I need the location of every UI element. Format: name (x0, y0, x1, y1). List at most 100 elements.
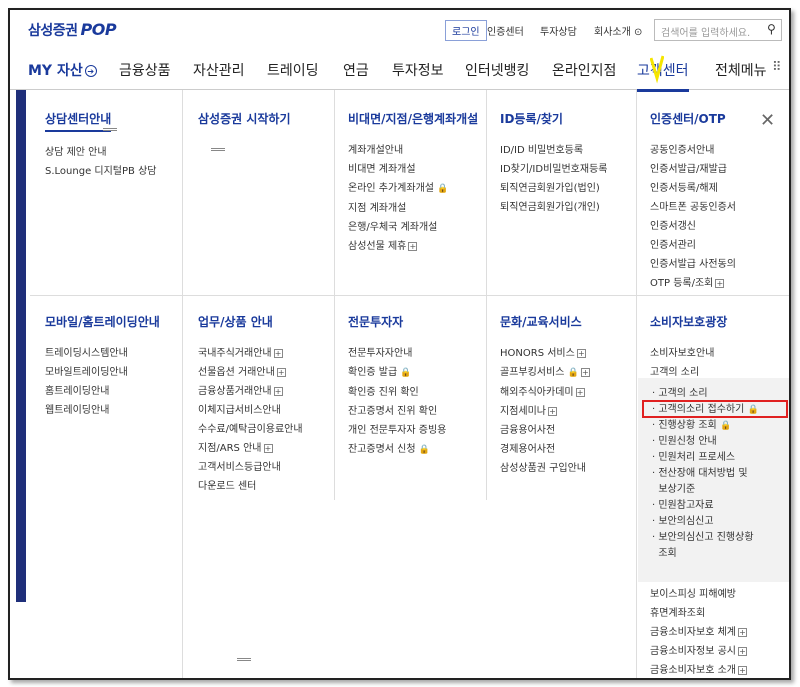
menu-item[interactable]: 지점/ARS 안내 + (198, 439, 303, 458)
menu-item[interactable]: 웹트레이딩안내 (45, 401, 160, 420)
menu-item[interactable]: 고객서비스등급안내 (198, 458, 303, 477)
menu-item[interactable]: 전문투자자안내 (348, 344, 446, 363)
plus-icon[interactable]: + (408, 241, 418, 251)
menu-item[interactable]: 휴면계좌조회 (650, 604, 747, 623)
util-link-company[interactable]: 회사소개 ⊙ (594, 23, 642, 38)
menu-item[interactable]: 금융소비자보호 소개 + (650, 661, 747, 678)
plus-icon[interactable]: + (737, 665, 747, 675)
col-title[interactable]: 비대면/지점/은행계좌개설 (348, 110, 478, 130)
nav-investment-info[interactable]: 투자정보 (392, 60, 444, 80)
nav-my-assets[interactable]: MY 자산 ➔ (28, 60, 97, 80)
menu-item[interactable]: 잔고증명서 신청 🔒 (348, 440, 446, 460)
menu-item[interactable]: 골프부킹서비스 🔒 + (500, 363, 590, 383)
menu-item[interactable]: 퇴직연금회원가입(개인) (500, 198, 607, 217)
menu-item[interactable]: 소비자보호안내 (650, 344, 727, 363)
menu-item[interactable]: 공동인증서안내 (650, 141, 736, 160)
submenu-item[interactable]: 보상기준 (652, 482, 789, 498)
menu-item[interactable]: 확인증 발급 🔒 (348, 363, 446, 383)
menu-item[interactable]: ID찾기/ID비밀번호재등록 (500, 160, 607, 179)
col-title[interactable]: 인증센터/OTP (650, 110, 726, 130)
menu-item[interactable]: 국내주식거래안내 + (198, 344, 303, 363)
menu-item[interactable]: 지점세미나 + (500, 402, 590, 421)
menu-item[interactable]: 스마트폰 공동인증서 (650, 198, 736, 217)
menu-item[interactable]: 은행/우체국 계좌개설 (348, 218, 478, 237)
menu-item[interactable]: 홈트레이딩안내 (45, 382, 160, 401)
menu-item[interactable]: 인증서갱신 (650, 217, 736, 236)
menu-item[interactable]: 삼성선물 제휴 + (348, 237, 478, 256)
close-icon[interactable]: ✕ (760, 110, 775, 131)
menu-item[interactable]: 선물옵션 거래안내 + (198, 363, 303, 382)
plus-icon[interactable]: + (737, 646, 747, 656)
menu-item[interactable]: 이체지급서비스안내 (198, 401, 303, 420)
menu-item[interactable]: 지점 계좌개설 (348, 199, 478, 218)
menu-item[interactable]: HONORS 서비스 + (500, 344, 590, 363)
col-title[interactable]: 모바일/홈트레이딩안내 (45, 313, 160, 333)
menu-item[interactable]: 해외주식아카데미 + (500, 383, 590, 402)
plus-icon[interactable]: + (263, 443, 273, 453)
menu-item[interactable]: 인증서관리 (650, 236, 736, 255)
menu-item[interactable]: 경제용어사전 (500, 440, 590, 459)
menu-item[interactable]: 삼성상품권 구입안내 (500, 459, 590, 478)
submenu-item[interactable]: · 보안의심신고 진행상황 (652, 530, 789, 546)
menu-item[interactable]: 계좌개설안내 (348, 141, 478, 160)
menu-item[interactable]: 인증서발급 사전동의 (650, 255, 736, 274)
menu-item[interactable]: 다운로드 센터 (198, 477, 303, 496)
col-title[interactable]: 상담센터안내 (45, 110, 112, 132)
submenu-item[interactable]: · 전산장애 대처방법 및 (652, 466, 789, 482)
menu-item[interactable]: 인증서등록/해제 (650, 179, 736, 198)
plus-icon[interactable]: + (273, 348, 283, 358)
nav-internet-banking[interactable]: 인터넷뱅킹 (465, 60, 529, 80)
col-title[interactable]: 전문투자자 (348, 313, 403, 333)
nav-pension[interactable]: 연금 (343, 60, 369, 80)
menu-item[interactable]: 금융상품거래안내 + (198, 382, 303, 401)
submenu-item[interactable]: · 민원신청 안내 (652, 434, 789, 450)
menu-item[interactable]: 비대면 계좌개설 (348, 160, 478, 179)
col-title[interactable]: 삼성증권 시작하기 (198, 110, 291, 130)
logo[interactable]: 삼성증권 POP (28, 20, 117, 40)
plus-icon[interactable]: + (737, 627, 747, 637)
nav-trading[interactable]: 트레이딩 (267, 60, 319, 80)
login-button[interactable]: 로그인 (445, 20, 487, 41)
menu-item[interactable]: 수수료/예탁금이용료안내 (198, 420, 303, 439)
menu-item[interactable]: 보이스피싱 피해예방 (650, 585, 747, 604)
plus-icon[interactable]: + (276, 367, 286, 377)
plus-icon[interactable]: + (715, 278, 725, 288)
search-input[interactable]: 검색어를 입력하세요. (654, 19, 782, 41)
util-link-cert[interactable]: 인증센터 (487, 23, 524, 38)
menu-item[interactable]: 상담 제안 안내 (45, 143, 156, 162)
menu-item[interactable]: 개인 전문투자자 증빙용 (348, 421, 446, 440)
plus-icon[interactable]: + (575, 387, 585, 397)
menu-item[interactable]: 퇴직연금회원가입(법인) (500, 179, 607, 198)
menu-item[interactable]: 금융소비자정보 공시 + (650, 642, 747, 661)
menu-item[interactable]: ID/ID 비밀번호등록 (500, 141, 607, 160)
plus-icon[interactable]: + (576, 348, 586, 358)
col-title[interactable]: ID등록/찾기 (500, 110, 563, 130)
menu-item[interactable]: 트레이딩시스템안내 (45, 344, 160, 363)
search-icon[interactable]: ⚲ (767, 22, 786, 36)
plus-icon[interactable]: + (580, 367, 590, 377)
plus-icon[interactable]: + (273, 386, 283, 396)
grid-menu-icon[interactable]: ⠿ (772, 60, 782, 75)
menu-item[interactable]: OTP 등록/조회 + (650, 274, 736, 293)
menu-item[interactable]: 확인증 진위 확인 (348, 383, 446, 402)
col-title[interactable]: 소비자보호광장 (650, 313, 727, 333)
submenu-item[interactable]: 조회 (652, 546, 789, 562)
menu-item[interactable]: 잔고증명서 진위 확인 (348, 402, 446, 421)
submenu-item[interactable]: · 보안의심신고 (652, 514, 789, 530)
nav-asset-management[interactable]: 자산관리 (193, 60, 245, 80)
nav-online-branch[interactable]: 온라인지점 (552, 60, 616, 80)
menu-item[interactable]: S.Lounge 디지털PB 상담 (45, 162, 156, 181)
submenu-item[interactable]: · 진행상황 조회 🔒 (652, 418, 789, 434)
submenu-item[interactable]: · 민원처리 프로세스 (652, 450, 789, 466)
plus-icon[interactable]: + (548, 406, 557, 416)
menu-item[interactable]: 금융소비자보호 체계 + (650, 623, 747, 642)
menu-item[interactable]: 모바일트레이딩안내 (45, 363, 160, 382)
util-link-consult[interactable]: 투자상담 (540, 23, 577, 38)
nav-all-menu[interactable]: 전체메뉴 (715, 60, 767, 80)
col-title[interactable]: 업무/상품 안내 (198, 313, 273, 333)
menu-item[interactable]: 온라인 추가계좌개설 🔒 (348, 179, 478, 199)
menu-item[interactable]: 금융용어사전 (500, 421, 590, 440)
nav-financial-products[interactable]: 금융상품 (119, 60, 171, 80)
col-title[interactable]: 문화/교육서비스 (500, 313, 582, 333)
submenu-item[interactable]: · 민원참고자료 (652, 498, 789, 514)
